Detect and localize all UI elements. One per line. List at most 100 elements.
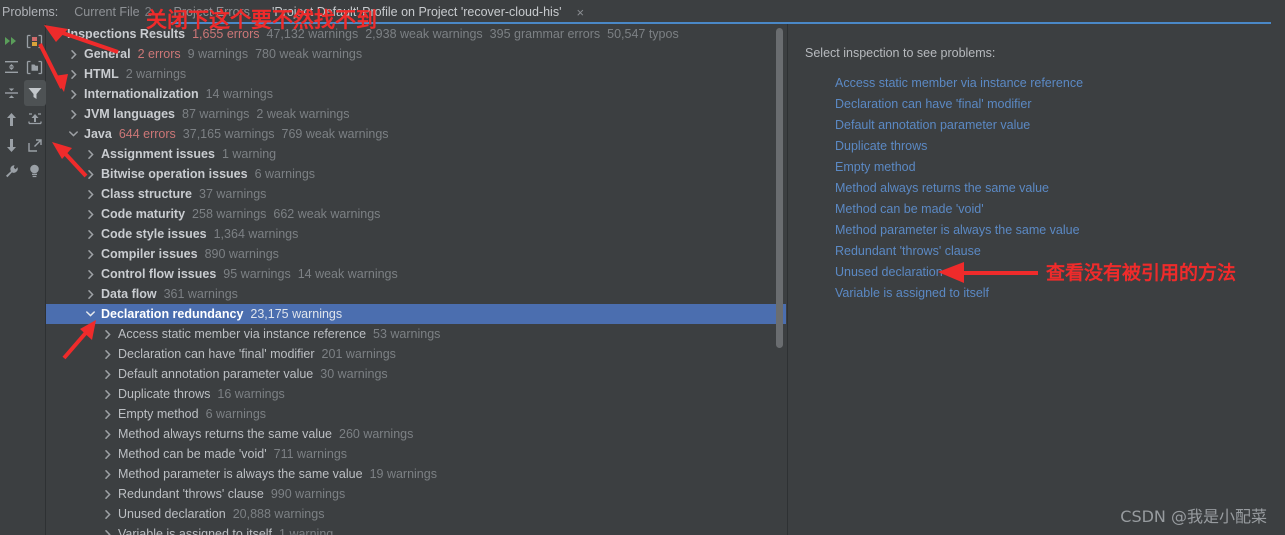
tree-row[interactable]: General 2 errors 9 warnings 780 weak warnin… — [46, 44, 786, 64]
chevron-right-icon[interactable] — [84, 228, 97, 241]
chevron-right-icon[interactable] — [84, 288, 97, 301]
tree-row[interactable]: Method always returns the same value 260 … — [46, 424, 786, 444]
chevron-down-icon[interactable] — [84, 308, 97, 321]
tree-row[interactable]: Access static member via instance refere… — [46, 324, 786, 344]
chevron-right-icon[interactable] — [84, 208, 97, 221]
tree-row[interactable]: Bitwise operation issues 6 warnings — [46, 164, 786, 184]
tab-current-file[interactable]: Current File 2 — [74, 5, 151, 19]
tree-row-label: HTML — [84, 67, 119, 81]
chevron-right-icon[interactable] — [101, 408, 114, 421]
inspection-link[interactable]: Method parameter is always the same valu… — [835, 220, 1285, 241]
chevron-right-icon[interactable] — [101, 428, 114, 441]
tree-row[interactable]: Data flow 361 warnings — [46, 284, 786, 304]
chevron-down-icon[interactable] — [50, 28, 63, 41]
tree-row-count: 37 warnings — [199, 187, 267, 201]
settings-wrench-icon[interactable] — [1, 158, 23, 184]
tree-scrollbar-thumb[interactable] — [776, 28, 783, 348]
tree-row-count: 37,165 warnings — [182, 127, 275, 141]
chevron-right-icon[interactable] — [101, 528, 114, 535]
chevron-right-icon[interactable] — [101, 368, 114, 381]
tree-row[interactable]: HTML 2 warnings — [46, 64, 786, 84]
tree-row-count: 361 warnings — [163, 287, 238, 301]
tree-row[interactable]: Variable is assigned to itself 1 warning — [46, 524, 786, 535]
chevron-right-icon[interactable] — [67, 68, 80, 81]
inspection-link[interactable]: Method always returns the same value — [835, 178, 1285, 199]
tab-project-errors[interactable]: Project Errors — [174, 5, 250, 19]
inspection-link[interactable]: Empty method — [835, 157, 1285, 178]
chevron-right-icon[interactable] — [84, 168, 97, 181]
chevron-right-icon[interactable] — [101, 388, 114, 401]
tree-row[interactable]: Method parameter is always the same valu… — [46, 464, 786, 484]
previous-problem-icon[interactable] — [1, 106, 23, 132]
inspection-link[interactable]: Declaration can have 'final' modifier — [835, 94, 1285, 115]
tree-row-label: Data flow — [101, 287, 157, 301]
tree-row[interactable]: Duplicate throws 16 warnings — [46, 384, 786, 404]
tree-row[interactable]: Method can be made 'void' 711 warnings — [46, 444, 786, 464]
tree-row[interactable]: Unused declaration 20,888 warnings — [46, 504, 786, 524]
filter-icon[interactable] — [23, 80, 46, 106]
inspection-link[interactable]: Default annotation parameter value — [835, 115, 1285, 136]
inspection-link[interactable]: Redundant 'throws' clause — [835, 241, 1285, 262]
tree-row[interactable]: Compiler issues 890 warnings — [46, 244, 786, 264]
chevron-right-icon[interactable] — [84, 148, 97, 161]
chevron-right-icon[interactable] — [84, 188, 97, 201]
tree-row[interactable]: Control flow issues 95 warnings 14 weak wa… — [46, 264, 786, 284]
tree-row[interactable]: Code maturity 258 warnings 662 weak warnin… — [46, 204, 786, 224]
inspection-link[interactable]: Method can be made 'void' — [835, 199, 1285, 220]
tree-row[interactable]: JVM languages 87 warnings 2 weak warnings — [46, 104, 786, 124]
tree-row[interactable]: Assignment issues 1 warning — [46, 144, 786, 164]
chevron-right-icon[interactable] — [84, 268, 97, 281]
expand-all-icon[interactable] — [1, 28, 23, 54]
inspection-link[interactable]: Variable is assigned to itself — [835, 283, 1285, 304]
inspection-link[interactable]: Unused declaration — [835, 262, 1285, 283]
tree-row-count: 890 warnings — [204, 247, 279, 261]
chevron-right-icon[interactable] — [101, 348, 114, 361]
inspection-toolbar — [0, 24, 46, 535]
tree-row[interactable]: Java 644 errors 37,165 warnings 769 weak wa… — [46, 124, 786, 144]
tree-vertical-scrollbar[interactable] — [775, 24, 784, 535]
tree-row[interactable]: Code style issues 1,364 warnings — [46, 224, 786, 244]
tab-project-default-profile[interactable]: 'Project Default' Profile on Project 're… — [272, 5, 584, 19]
quick-fix-bulb-icon[interactable] — [24, 158, 46, 184]
chevron-right-icon[interactable] — [101, 328, 114, 341]
tree-row-count: 990 warnings — [270, 487, 346, 501]
chevron-right-icon[interactable] — [101, 508, 114, 521]
inspection-results-tree[interactable]: Inspections Results 1,655 errors 47,132 wa… — [46, 24, 786, 535]
chevron-right-icon[interactable] — [67, 48, 80, 61]
next-problem-icon[interactable] — [1, 132, 23, 158]
problems-label: Problems: — [2, 5, 59, 19]
tree-row[interactable]: Internationalization 14 warnings — [46, 84, 786, 104]
tree-row[interactable]: Declaration can have 'final' modifier 201… — [46, 344, 786, 364]
tree-row-count: 644 errors — [118, 127, 176, 141]
tree-row-count: 769 weak warnings — [281, 127, 389, 141]
chevron-right-icon[interactable] — [67, 88, 80, 101]
tree-row[interactable]: Class structure 37 warnings — [46, 184, 786, 204]
chevron-right-icon[interactable] — [67, 108, 80, 121]
inspection-link[interactable]: Duplicate throws — [835, 136, 1285, 157]
tree-row[interactable]: Empty method 6 warnings — [46, 404, 786, 424]
tree-row[interactable]: Inspections Results 1,655 errors 47,132 wa… — [46, 24, 786, 44]
chevron-right-icon[interactable] — [101, 488, 114, 501]
group-by-severity-icon[interactable] — [24, 28, 46, 54]
open-in-editor-icon[interactable] — [24, 132, 46, 158]
tree-row-label: Empty method — [118, 407, 199, 421]
tree-row-count: 201 warnings — [321, 347, 396, 361]
tree-row-count: 6 warnings — [205, 407, 267, 421]
close-icon[interactable]: × — [576, 6, 584, 19]
chevron-right-icon[interactable] — [84, 248, 97, 261]
group-by-directory-icon[interactable] — [24, 54, 46, 80]
tree-row-label: Compiler issues — [101, 247, 198, 261]
expand-level-icon[interactable] — [1, 80, 23, 106]
collapse-all-icon[interactable] — [1, 54, 23, 80]
tree-row-count: 258 warnings — [192, 207, 267, 221]
chevron-right-icon[interactable] — [101, 448, 114, 461]
inspection-link[interactable]: Access static member via instance refere… — [835, 73, 1285, 94]
tree-row-count: 1,364 warnings — [213, 227, 299, 241]
export-icon[interactable] — [24, 106, 46, 132]
tree-row[interactable]: Redundant 'throws' clause 990 warnings — [46, 484, 786, 504]
chevron-down-icon[interactable] — [67, 128, 80, 141]
tree-row-count: 1 warning — [279, 527, 334, 535]
tree-row[interactable]: Declaration redundancy 23,175 warnings — [46, 304, 786, 324]
tree-row[interactable]: Default annotation parameter value 30 war… — [46, 364, 786, 384]
chevron-right-icon[interactable] — [101, 468, 114, 481]
